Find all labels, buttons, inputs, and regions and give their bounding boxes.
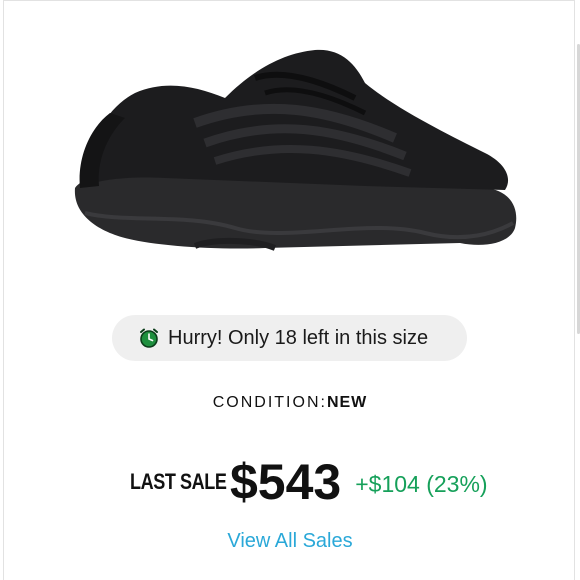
product-image	[74, 49, 517, 251]
price-change: +$104 (23%)	[355, 470, 488, 497]
last-sale-label: LAST SALE	[130, 469, 227, 494]
last-sale-price: $543	[230, 454, 342, 510]
condition-value: NEW	[326, 394, 368, 411]
view-all-sales-link[interactable]: View All Sales	[0, 530, 580, 553]
alarm-clock-icon	[140, 328, 158, 348]
last-sale-row: LAST SALE $543 +$104 (23%)	[130, 452, 488, 512]
condition-line: CONDITION:NEW	[0, 394, 580, 412]
stock-alert-pill: Hurry! Only 18 left in this size	[112, 315, 467, 361]
condition-label: CONDITION:	[212, 394, 327, 411]
stock-message: Hurry! Only 18 left in this size	[168, 326, 429, 349]
